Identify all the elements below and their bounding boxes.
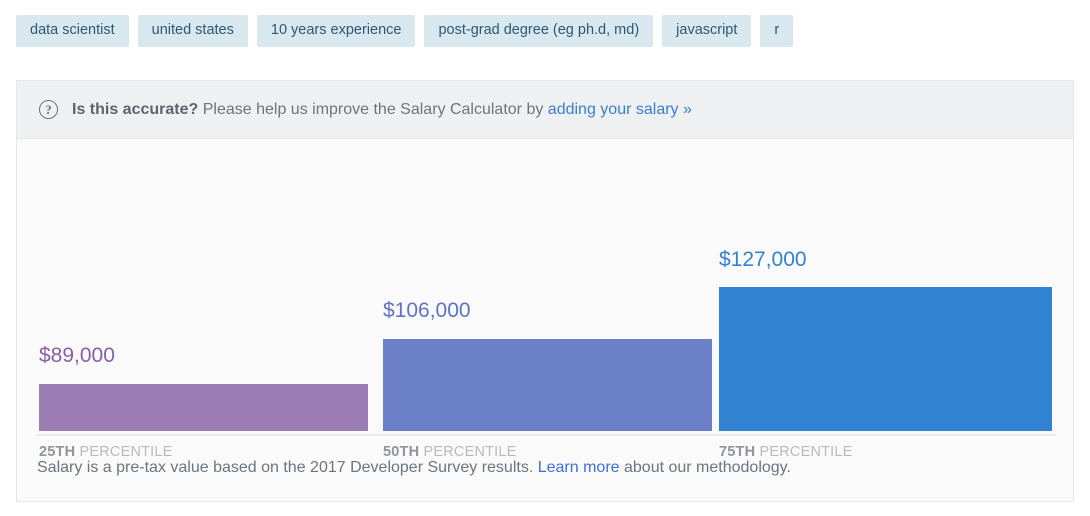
bar-column-50th: $106,000 50TH PERCENTILE [383, 139, 712, 459]
filter-tag-r[interactable]: r [760, 15, 794, 47]
question-circle-icon: ? [39, 100, 58, 119]
methodology-footnote: Salary is a pre-tax value based on the 2… [37, 459, 791, 477]
accuracy-banner-text: Is this accurate? Please help us improve… [72, 101, 692, 119]
filter-tag-united-states[interactable]: united states [137, 15, 248, 47]
footer-divider [37, 434, 1056, 436]
bar-value-25th: $89,000 [39, 344, 115, 367]
bar-label-25th-rest: PERCENTILE [75, 444, 173, 460]
salary-percentile-chart: $89,000 25TH PERCENTILE $106,000 50TH PE… [17, 139, 1073, 459]
accuracy-banner-body: Please help us improve the Salary Calcul… [198, 100, 548, 118]
bar-25th[interactable] [39, 384, 368, 431]
filter-tag-post-grad-degree[interactable]: post-grad degree (eg ph.d, md) [424, 15, 654, 47]
bar-label-75th-rest: PERCENTILE [755, 444, 853, 460]
bar-column-75th: $127,000 75TH PERCENTILE [719, 139, 1052, 459]
accuracy-banner: ? Is this accurate? Please help us impro… [17, 81, 1073, 139]
filter-tag-javascript[interactable]: javascript [662, 15, 752, 47]
filter-tag-list: data scientist united states 10 years ex… [16, 15, 794, 47]
bar-50th[interactable] [383, 339, 712, 431]
bar-column-25th: $89,000 25TH PERCENTILE [39, 139, 368, 459]
learn-more-link[interactable]: Learn more [538, 459, 620, 476]
filter-tag-data-scientist[interactable]: data scientist [16, 15, 129, 47]
bar-75th[interactable] [719, 287, 1052, 431]
bar-label-50th-rest: PERCENTILE [419, 444, 517, 460]
bar-label-75th-bold: 75TH [719, 444, 756, 460]
bar-value-75th: $127,000 [719, 248, 807, 271]
bar-label-25th: 25TH PERCENTILE [39, 445, 173, 460]
footnote-text-before: Salary is a pre-tax value based on the 2… [37, 459, 538, 476]
footnote-text-after: about our methodology. [619, 459, 791, 476]
salary-calculator-card: ? Is this accurate? Please help us impro… [16, 80, 1074, 502]
filter-tag-10-years-experience[interactable]: 10 years experience [256, 15, 416, 47]
bar-label-50th-bold: 50TH [383, 444, 420, 460]
bar-value-50th: $106,000 [383, 299, 471, 322]
bar-label-25th-bold: 25TH [39, 444, 76, 460]
bar-label-75th: 75TH PERCENTILE [719, 445, 853, 460]
accuracy-banner-headline: Is this accurate? [72, 100, 199, 118]
add-your-salary-link[interactable]: adding your salary » [548, 101, 692, 118]
bar-label-50th: 50TH PERCENTILE [383, 445, 517, 460]
